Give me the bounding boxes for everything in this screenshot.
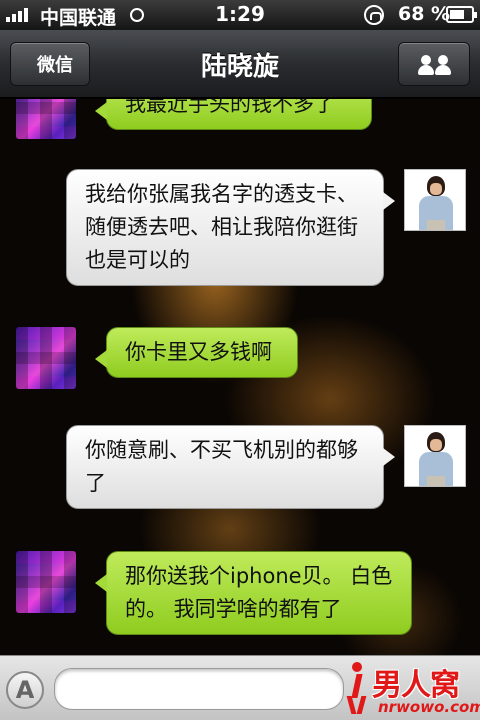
contact-avatar[interactable] xyxy=(16,327,76,389)
message-bubble-incoming[interactable]: 我最近手头的钱不多了 xyxy=(95,99,372,130)
watermark-url: nrwowo.com xyxy=(378,698,480,716)
battery-percent: 68 % xyxy=(398,3,451,25)
message-bubble-outgoing[interactable]: 你随意刷、不买飞机别的都够了 xyxy=(66,425,395,509)
chat-history[interactable]: 我最近手头的钱不多了 我给你张属我名字的透支卡、随便透去吧、相让我陪你逛街也是可… xyxy=(0,99,480,655)
my-avatar[interactable] xyxy=(404,169,466,231)
message-bubble-incoming[interactable]: 你卡里又多钱啊 xyxy=(95,327,298,378)
my-avatar[interactable] xyxy=(404,425,466,487)
battery-icon xyxy=(446,6,477,23)
chat-members-button[interactable] xyxy=(398,42,470,86)
status-bar: 中国联通 1:29 68 % xyxy=(0,0,480,30)
contact-avatar[interactable] xyxy=(16,551,76,613)
rotation-lock-icon xyxy=(364,5,384,25)
watermark-logo-icon xyxy=(346,662,368,716)
message-bubble-incoming[interactable]: 那你送我个iphone贝。 白色的。 我同学啥的都有了 xyxy=(95,551,412,635)
contact-avatar[interactable] xyxy=(16,99,76,139)
navigation-bar: 微信 陆晓旋 xyxy=(0,30,480,98)
contacts-icon xyxy=(418,55,452,75)
voice-toggle-button[interactable]: A xyxy=(6,671,44,709)
site-watermark: 男人窝 nrwowo.com xyxy=(344,656,480,720)
message-bubble-outgoing[interactable]: 我给你张属我名字的透支卡、随便透去吧、相让我陪你逛街也是可以的 xyxy=(66,169,395,286)
input-bar: A 男人窝 nrwowo.com xyxy=(0,655,480,720)
message-input[interactable] xyxy=(54,668,344,710)
